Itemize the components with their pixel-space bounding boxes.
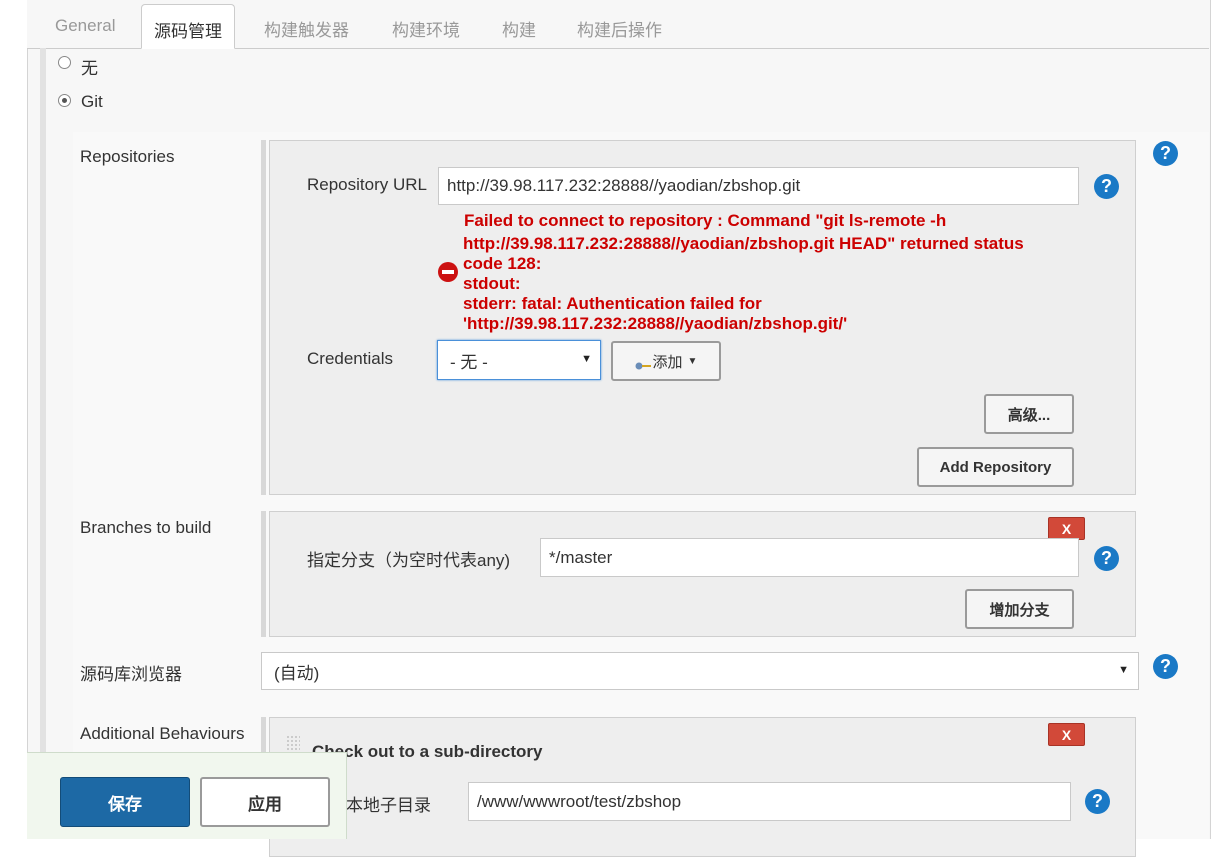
add-credentials-button[interactable]: 添加 ▼ — [611, 341, 721, 381]
repo-browser-value: (自动) — [274, 663, 320, 683]
credentials-value: - 无 - — [450, 352, 488, 372]
error-line: stdout: — [463, 274, 521, 293]
subdir-input[interactable]: /www/wwwroot/test/zbshop — [468, 782, 1071, 821]
repository-url-label: Repository URL — [307, 175, 427, 194]
repository-error-message: Failed to connect to repository : Comman… — [463, 211, 1083, 334]
error-line: 'http://39.98.117.232:28888//yaodian/zbs… — [463, 314, 848, 333]
repository-url-input[interactable]: http://39.98.117.232:28888//yaodian/zbsh… — [438, 167, 1079, 205]
add-credentials-label: 添加 — [652, 353, 683, 371]
branch-help-icon[interactable]: ? — [1094, 546, 1119, 571]
add-branch-button[interactable]: 增加分支 — [965, 589, 1074, 629]
section-indent-bar — [40, 48, 46, 839]
branches-label: Branches to build — [80, 518, 212, 537]
branch-specifier-label: 指定分支（为空时代表any) — [307, 551, 511, 570]
credentials-label: Credentials — [307, 349, 393, 368]
repositories-help-icon[interactable]: ? — [1153, 141, 1178, 166]
repository-url-help-icon[interactable]: ? — [1094, 174, 1119, 199]
repositories-label: Repositories — [80, 147, 175, 166]
error-icon — [438, 262, 458, 282]
additional-behaviours-label: Additional Behaviours — [80, 724, 245, 743]
scm-none-label: 无 — [81, 59, 98, 78]
scm-git-radio[interactable] — [58, 94, 71, 107]
tab-scm[interactable]: 源码管理 — [141, 4, 235, 49]
branch-specifier-input[interactable]: */master — [540, 538, 1079, 577]
repo-browser-select[interactable]: (自动) ▼ — [261, 652, 1139, 690]
advanced-button[interactable]: 高级... — [984, 394, 1074, 434]
branches-panel-edge — [261, 511, 266, 637]
tab-build[interactable]: 构建 — [502, 16, 536, 41]
caret-down-icon: ▼ — [687, 355, 698, 367]
add-repository-button[interactable]: Add Repository — [917, 447, 1074, 487]
save-button[interactable]: 保存 — [60, 777, 190, 827]
subdir-help-icon[interactable]: ? — [1085, 789, 1110, 814]
error-line: stderr: fatal: Authentication failed for — [463, 294, 762, 313]
apply-button[interactable]: 应用 — [200, 777, 330, 827]
error-line: Failed to connect to repository : Comman… — [464, 211, 947, 230]
error-line: code 128: — [463, 254, 542, 273]
delete-branch-button[interactable]: X — [1048, 517, 1085, 540]
chevron-down-icon: ▼ — [581, 353, 592, 365]
repo-browser-label: 源码库浏览器 — [80, 665, 182, 684]
tab-build-environment[interactable]: 构建环境 — [392, 16, 460, 41]
repositories-panel-edge — [261, 140, 266, 495]
key-icon — [635, 357, 651, 370]
delete-behaviour-button[interactable]: X — [1048, 723, 1085, 746]
chevron-down-icon: ▼ — [1118, 664, 1129, 676]
tab-build-triggers[interactable]: 构建触发器 — [264, 16, 349, 41]
scm-git-label: Git — [81, 92, 103, 111]
scm-none-radio[interactable] — [58, 56, 71, 69]
tab-general[interactable]: General — [55, 16, 115, 36]
tab-post-build[interactable]: 构建后操作 — [577, 16, 662, 41]
error-line: http://39.98.117.232:28888//yaodian/zbsh… — [463, 234, 1024, 253]
credentials-select[interactable]: - 无 - ▼ — [437, 340, 601, 380]
repo-browser-help-icon[interactable]: ? — [1153, 654, 1178, 679]
